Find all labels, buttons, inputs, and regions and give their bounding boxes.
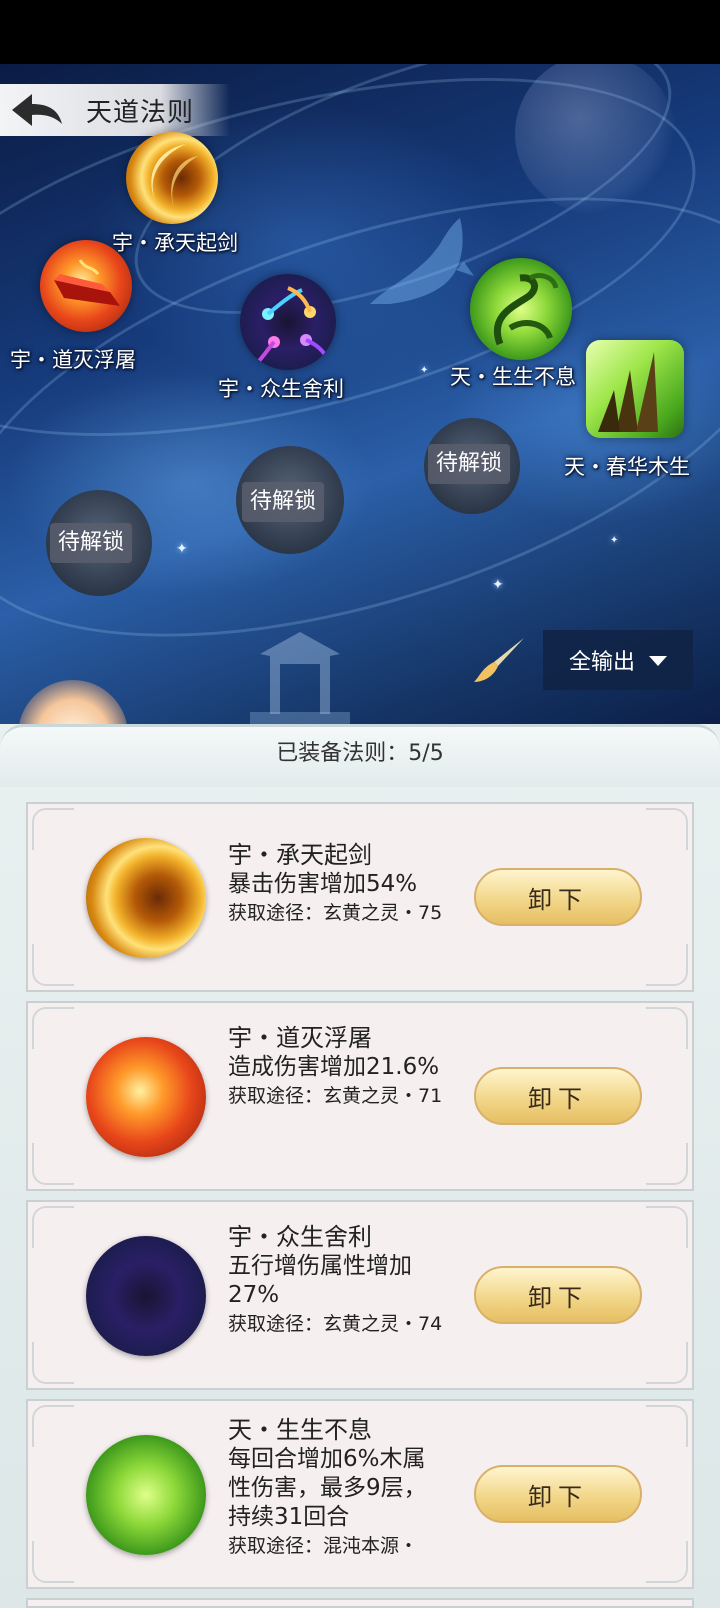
star: ✦ — [610, 535, 619, 546]
node-label: 天・春华木生 — [564, 455, 690, 479]
red-crystal-orb-icon — [54, 259, 120, 306]
rule-info: 宇・承天起剑 暴击伤害增加54% 获取途径：玄黄之灵・75 — [228, 840, 448, 980]
rule-effect: 暴击伤害增加54% — [228, 871, 418, 897]
rule-info: 宇・道灭浮屠 造成伤害增加21.6% 获取途径：玄黄之灵・71 — [228, 1023, 448, 1163]
equipped-count: 已装备法则：5/5 — [276, 741, 444, 766]
star: ✦ — [176, 541, 188, 557]
node-spirit-wisps[interactable] — [240, 274, 336, 370]
output-filter-dropdown[interactable]: 全输出 — [543, 630, 693, 690]
green-vine-orb-icon — [493, 273, 559, 346]
rule-name: 宇・承天起剑 — [228, 841, 372, 869]
back-arrow-icon — [12, 94, 62, 126]
filter-label: 全输出 — [568, 650, 635, 675]
dropdown-arrow-icon — [649, 656, 667, 666]
rule-source: 获取途径：混沌本源・ — [228, 1535, 419, 1555]
node-red-crystal[interactable] — [40, 240, 132, 332]
node-golden-sword[interactable] — [126, 132, 218, 224]
star: ✦ — [420, 365, 429, 376]
locked-label: 待解锁 — [50, 523, 133, 563]
star: ✦ — [492, 577, 504, 593]
wooden-spikes-icon — [598, 352, 658, 432]
spirit-wisps-orb-icon — [86, 1236, 206, 1356]
pavilion-silhouette — [250, 632, 350, 724]
node-label: 宇・道灭浮屠 — [10, 348, 136, 372]
node-green-vine[interactable] — [470, 258, 572, 360]
unequip-button[interactable]: 卸下 — [474, 1266, 642, 1324]
back-button[interactable] — [8, 86, 66, 134]
rule-card: 天・生生不息 每回合增加6%木属性伤害，最多9层，持续31回合 获取途径：混沌本… — [26, 1399, 694, 1589]
node-wooden-spikes[interactable] — [586, 340, 684, 438]
rule-name: 宇・众生舍利 — [228, 1223, 372, 1251]
spirit-wisps-orb-icon — [256, 286, 328, 364]
status-bar — [0, 0, 720, 64]
red-crystal-orb-icon — [86, 1037, 206, 1157]
unequip-button[interactable]: 卸下 — [474, 1465, 642, 1523]
rule-source: 获取途径：玄黄之灵・75 — [228, 902, 443, 924]
rule-card: 宇・众生舍利 五行增伤属性增加27% 获取途径：玄黄之灵・74 卸下 — [26, 1200, 694, 1390]
node-label: 宇・众生舍利 — [218, 377, 344, 401]
locked-label: 待解锁 — [428, 444, 511, 484]
unequip-button[interactable]: 卸下 — [474, 1067, 642, 1125]
rule-name: 宇・道灭浮屠 — [228, 1024, 372, 1052]
locked-label: 待解锁 — [242, 482, 325, 522]
sun — [18, 680, 128, 724]
golden-sword-orb-icon — [151, 144, 198, 208]
node-label: 宇・承天起剑 — [112, 231, 238, 255]
page-title: 天道法则 — [86, 98, 195, 128]
node-label: 天・生生不息 — [450, 365, 576, 389]
golden-sword-orb-icon — [86, 838, 206, 958]
rule-info: 宇・众生舍利 五行增伤属性增加27% 获取途径：玄黄之灵・74 — [228, 1222, 448, 1362]
rule-card — [26, 1598, 694, 1608]
green-vine-orb-icon — [86, 1435, 206, 1555]
unequip-button[interactable]: 卸下 — [474, 868, 642, 926]
rule-effect: 每回合增加6%木属性伤害，最多9层，持续31回合 — [228, 1446, 427, 1530]
rule-source: 获取途径：玄黄之灵・74 — [228, 1313, 443, 1335]
rule-info: 天・生生不息 每回合增加6%木属性伤害，最多9层，持续31回合 获取途径：混沌本… — [228, 1415, 448, 1555]
rule-effect: 五行增伤属性增加27% — [228, 1253, 412, 1308]
rule-card: 宇・承天起剑 暴击伤害增加54% 获取途径：玄黄之灵・75 卸下 — [26, 802, 694, 992]
brush-icon[interactable] — [470, 636, 530, 686]
rule-name: 天・生生不息 — [228, 1416, 372, 1444]
rule-card: 宇・道灭浮屠 造成伤害增加21.6% 获取途径：玄黄之灵・71 卸下 — [26, 1001, 694, 1191]
rule-effect: 造成伤害增加21.6% — [228, 1054, 440, 1080]
whale-silhouette — [370, 218, 474, 304]
rule-source: 获取途径：玄黄之灵・71 — [228, 1085, 443, 1107]
